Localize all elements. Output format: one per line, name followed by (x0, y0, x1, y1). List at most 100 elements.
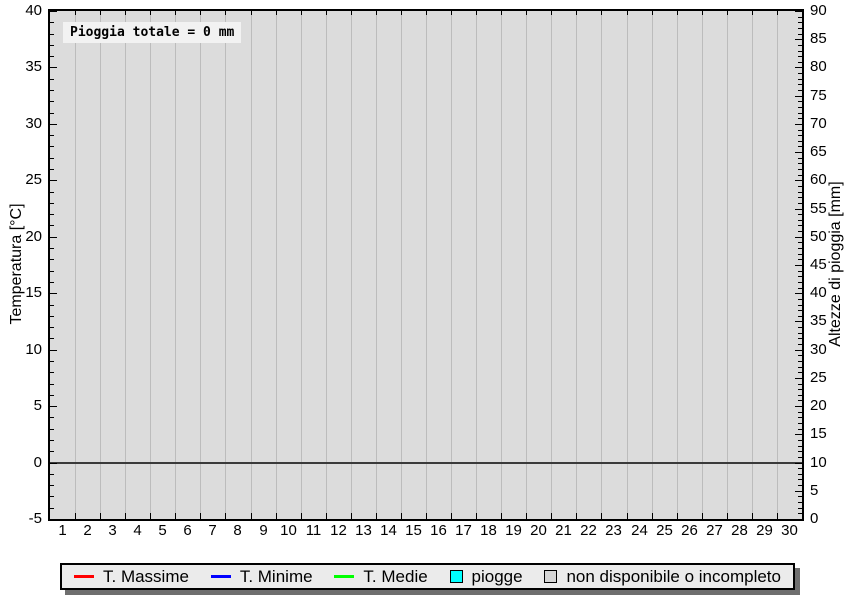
day-label: 13 (351, 523, 376, 539)
right-minor-tick (798, 107, 802, 108)
day-gridline (125, 11, 126, 519)
left-tick-label: 0 (0, 455, 42, 471)
legend-label: T. Minime (240, 567, 313, 587)
day-gridline (326, 11, 327, 519)
left-minor-tick (50, 508, 54, 509)
right-major-tick (795, 350, 802, 351)
right-minor-tick (798, 34, 802, 35)
right-tick-label: 40 (810, 285, 854, 301)
right-minor-tick (798, 338, 802, 339)
right-tick-label: 30 (810, 342, 854, 358)
x-axis-tick (652, 513, 653, 519)
x-axis-tick-top (175, 11, 176, 15)
right-minor-tick (798, 73, 802, 74)
x-axis-tick-top (326, 11, 327, 15)
left-major-tick (50, 67, 57, 68)
x-axis-tick-top (652, 11, 653, 15)
left-axis-title: Temperatura [°C] (8, 203, 26, 324)
left-minor-tick (50, 101, 54, 102)
day-gridline (451, 11, 452, 519)
left-minor-tick (50, 90, 54, 91)
left-minor-tick (50, 158, 54, 159)
legend-label: T. Massime (103, 567, 189, 587)
right-minor-tick (798, 62, 802, 63)
left-minor-tick (50, 248, 54, 249)
legend: T. MassimeT. MinimeT. Mediepioggenon dis… (60, 563, 795, 590)
right-tick-label: 75 (810, 88, 854, 104)
right-minor-tick (798, 344, 802, 345)
x-axis-tick-top (476, 11, 477, 15)
right-tick-label: 90 (810, 3, 854, 19)
left-minor-tick (50, 429, 54, 430)
x-axis-tick (175, 513, 176, 519)
right-minor-tick (798, 474, 802, 475)
right-major-tick (795, 491, 802, 492)
legend-item-t-medie: T. Medie (334, 567, 427, 587)
x-axis-tick-top (752, 11, 753, 15)
right-major-tick (795, 321, 802, 322)
day-gridline (225, 11, 226, 519)
right-minor-tick (798, 513, 802, 514)
left-minor-tick (50, 384, 54, 385)
x-axis-tick-top (351, 11, 352, 15)
x-axis-tick-top (150, 11, 151, 15)
day-label: 19 (501, 523, 526, 539)
right-major-tick (795, 180, 802, 181)
right-minor-tick (798, 45, 802, 46)
left-minor-tick (50, 451, 54, 452)
plot-area: Pioggia totale = 0 mm (48, 9, 804, 521)
day-label: 11 (301, 523, 326, 539)
legend-line-swatch (334, 575, 354, 578)
right-minor-tick (798, 496, 802, 497)
day-gridline (601, 11, 602, 519)
day-label: 25 (652, 523, 677, 539)
left-tick-label: 5 (0, 398, 42, 414)
left-major-tick (50, 237, 57, 238)
right-minor-tick (798, 468, 802, 469)
day-gridline (301, 11, 302, 519)
right-minor-tick (798, 271, 802, 272)
x-axis-tick (125, 513, 126, 519)
right-minor-tick (798, 79, 802, 80)
left-minor-tick (50, 45, 54, 46)
day-label: 20 (526, 523, 551, 539)
x-axis-tick-top (251, 11, 252, 15)
left-minor-tick (50, 305, 54, 306)
right-tick-label: 5 (810, 483, 854, 499)
right-minor-tick (798, 372, 802, 373)
right-major-tick (795, 519, 802, 520)
right-minor-tick (798, 440, 802, 441)
day-gridline (501, 11, 502, 519)
zero-degree-line (50, 462, 802, 464)
x-axis-tick (526, 513, 527, 519)
day-gridline (627, 11, 628, 519)
legend-item-non-disponibile-o-incompleto: non disponibile o incompleto (544, 567, 781, 587)
day-label: 8 (225, 523, 250, 539)
day-label: 9 (251, 523, 276, 539)
left-minor-tick (50, 271, 54, 272)
right-minor-tick (798, 135, 802, 136)
left-minor-tick (50, 34, 54, 35)
x-axis-tick-top (551, 11, 552, 15)
right-major-tick (795, 293, 802, 294)
right-minor-tick (798, 389, 802, 390)
day-gridline (351, 11, 352, 519)
left-minor-tick (50, 440, 54, 441)
right-major-tick (795, 67, 802, 68)
day-gridline (150, 11, 151, 519)
right-minor-tick (798, 254, 802, 255)
right-minor-tick (798, 451, 802, 452)
left-major-tick (50, 11, 57, 12)
x-axis-tick (702, 513, 703, 519)
right-minor-tick (798, 203, 802, 204)
left-minor-tick (50, 372, 54, 373)
day-label: 12 (326, 523, 351, 539)
day-gridline (75, 11, 76, 519)
left-minor-tick (50, 135, 54, 136)
x-axis-tick (426, 513, 427, 519)
right-minor-tick (798, 242, 802, 243)
x-axis-tick (451, 513, 452, 519)
right-tick-label: 60 (810, 172, 854, 188)
day-label: 28 (727, 523, 752, 539)
x-axis-tick (777, 513, 778, 519)
